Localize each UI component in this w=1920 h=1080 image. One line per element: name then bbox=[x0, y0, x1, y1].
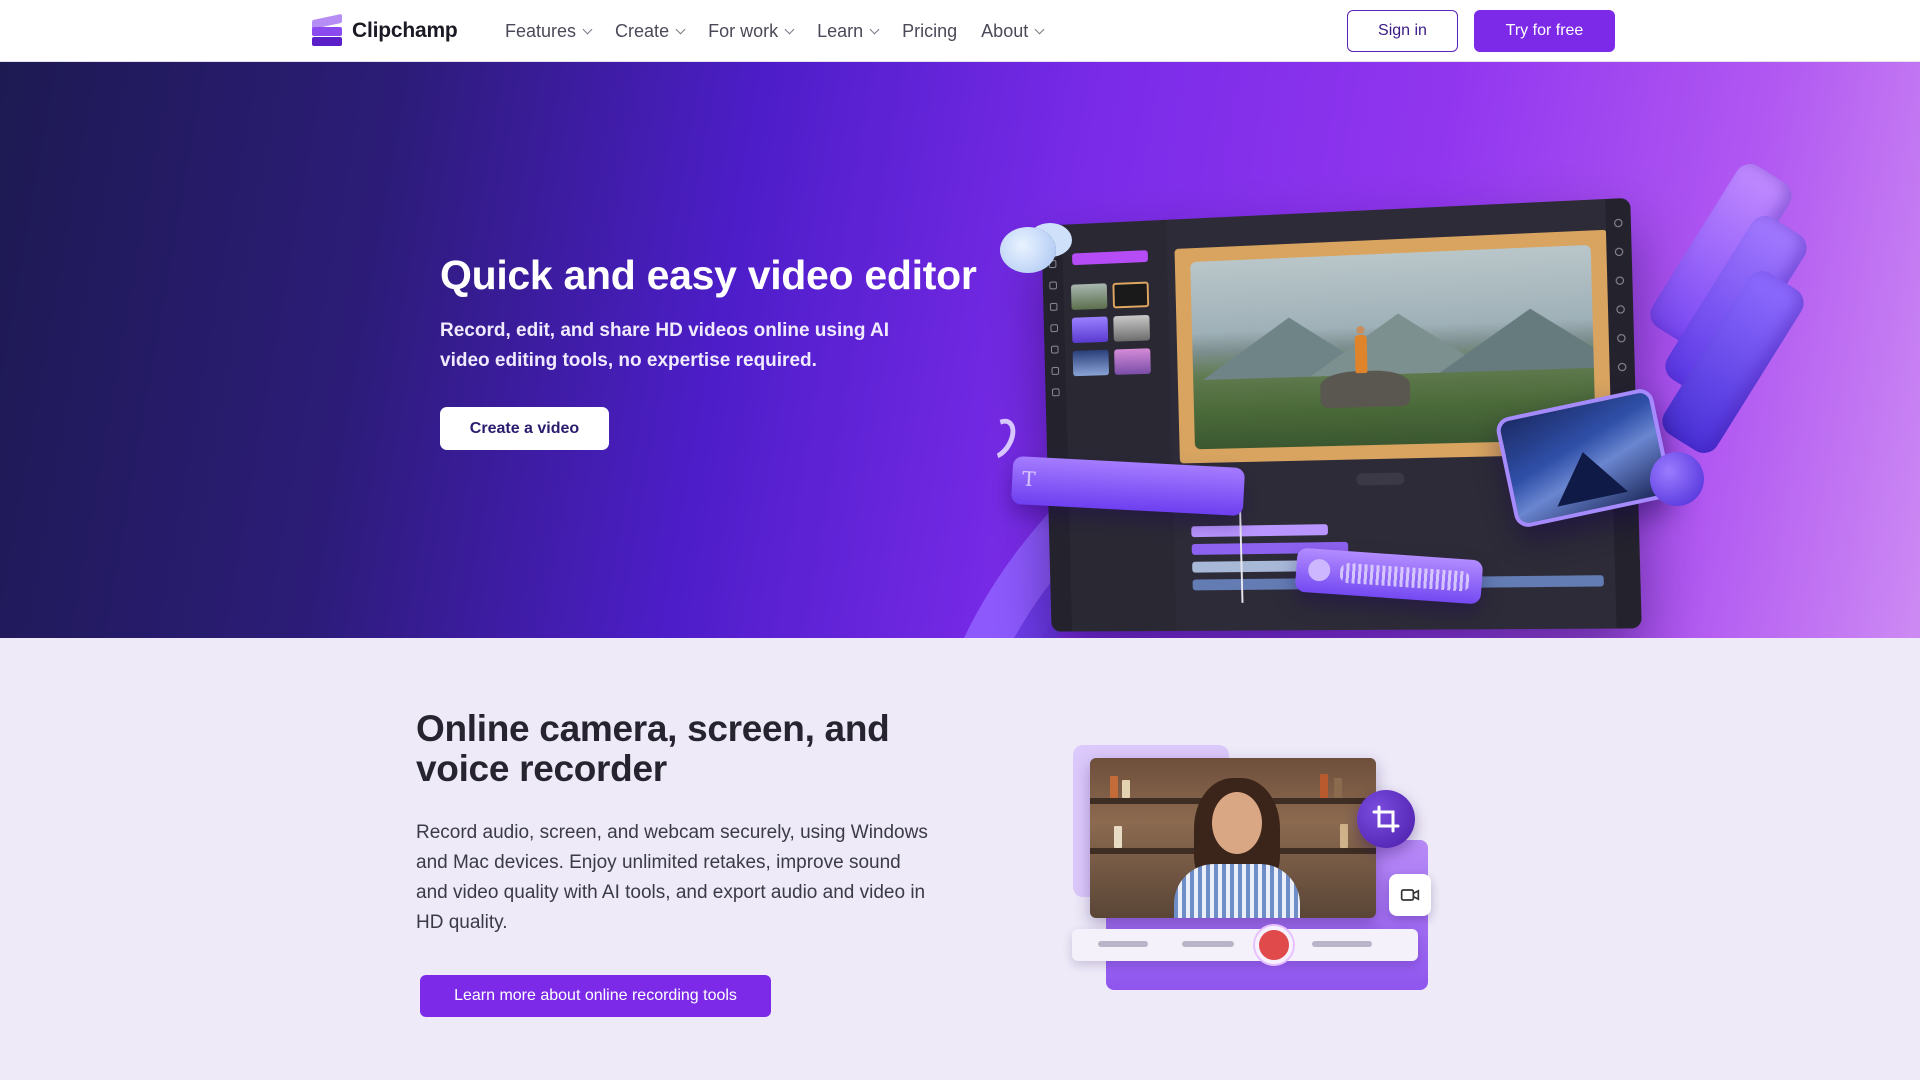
record-icon bbox=[1255, 926, 1293, 964]
nav-item-label: Learn bbox=[817, 20, 864, 41]
chevron-down-icon bbox=[1034, 24, 1045, 34]
chevron-down-icon bbox=[784, 24, 795, 34]
hero-subtitle: Record, edit, and share HD videos online… bbox=[440, 320, 890, 371]
nav-item-pricing[interactable]: Pricing bbox=[902, 21, 957, 42]
learn-more-recording-button[interactable]: Learn more about online recording tools bbox=[420, 975, 771, 1017]
recording-toolbar bbox=[1072, 929, 1418, 961]
top-navigation: Clipchamp Features Create For work Learn… bbox=[0, 0, 1920, 62]
nav-item-features[interactable]: Features bbox=[505, 20, 593, 42]
nav-item-create[interactable]: Create bbox=[615, 20, 686, 42]
hero-title: Quick and easy video editor bbox=[440, 252, 977, 298]
main-menu: Features Create For work Learn Pricing A… bbox=[505, 0, 1067, 62]
text-icon: T bbox=[1021, 466, 1037, 492]
person-on-camera bbox=[1174, 778, 1300, 918]
nav-item-label: Pricing bbox=[902, 20, 958, 41]
chevron-down-icon bbox=[869, 24, 880, 34]
play-icon bbox=[1307, 558, 1331, 582]
try-for-free-button[interactable]: Try for free bbox=[1474, 10, 1615, 52]
nav-item-label: For work bbox=[708, 20, 779, 41]
nav-item-label: About bbox=[981, 20, 1029, 41]
nav-item-about[interactable]: About bbox=[981, 20, 1045, 42]
decorative-blob bbox=[1650, 452, 1704, 506]
camera-icon bbox=[1389, 874, 1431, 916]
create-video-button[interactable]: Create a video bbox=[440, 407, 609, 450]
brand-name: Clipchamp bbox=[352, 19, 458, 42]
nav-item-label: Create bbox=[615, 20, 670, 41]
recorder-illustration bbox=[1070, 740, 1431, 1000]
crop-icon bbox=[1357, 790, 1415, 848]
chevron-down-icon bbox=[582, 24, 593, 34]
play-icon bbox=[1356, 472, 1405, 486]
sign-in-button[interactable]: Sign in bbox=[1347, 10, 1458, 52]
chevron-down-icon bbox=[675, 24, 686, 34]
webcam-preview bbox=[1090, 758, 1376, 918]
decorative-cloud bbox=[1000, 227, 1056, 273]
brand-home-link[interactable]: Clipchamp bbox=[312, 13, 458, 47]
crop-icon bbox=[1372, 805, 1400, 833]
nav-item-learn[interactable]: Learn bbox=[817, 20, 880, 42]
editor-media-panel bbox=[1061, 219, 1177, 632]
clipchamp-logo-icon bbox=[312, 13, 342, 46]
recorder-description: Record audio, screen, and webcam securel… bbox=[416, 822, 928, 933]
nav-item-for-work[interactable]: For work bbox=[708, 20, 795, 42]
recorder-title: Online camera, screen, and voice recorde… bbox=[416, 708, 890, 789]
nav-item-label: Features bbox=[505, 20, 577, 41]
decorative-hook bbox=[975, 412, 1023, 466]
hero-section: Quick and easy video editor Record, edit… bbox=[0, 62, 1920, 638]
